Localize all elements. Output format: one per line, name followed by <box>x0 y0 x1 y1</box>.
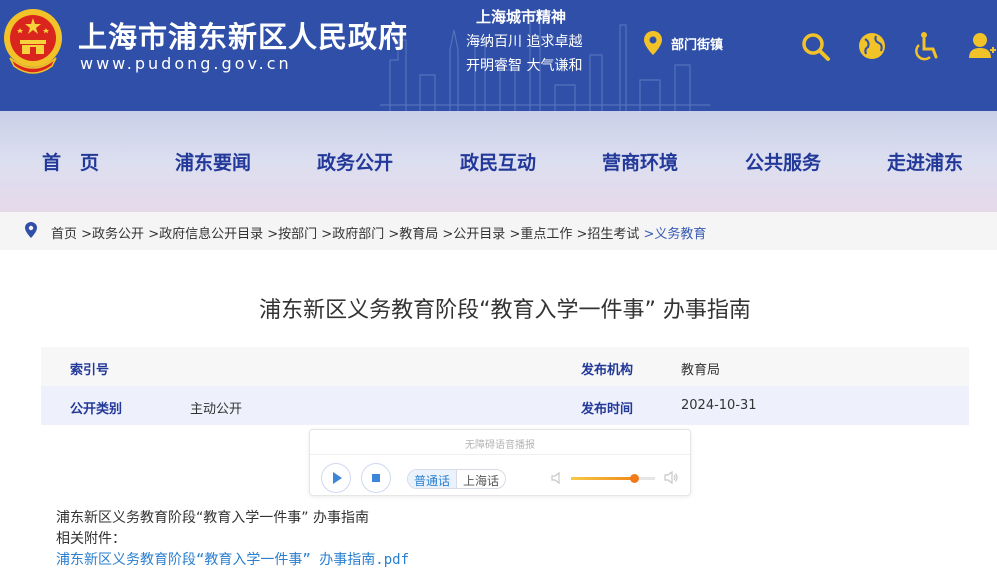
dept-street-label: 部门街镇 <box>671 37 724 53</box>
breadcrumb-item[interactable]: >招生考试 <box>576 227 639 242</box>
play-button[interactable] <box>321 463 351 493</box>
shanghainese-option[interactable]: 上海话 <box>456 470 505 488</box>
nav-item-pudong-news[interactable]: 浦东要闻 <box>175 148 251 175</box>
breadcrumb-item[interactable]: >政府信息公开目录 <box>148 227 263 242</box>
city-spirit: 上海城市精神 海纳百川 追求卓越 开明睿智 大气谦和 <box>466 6 582 75</box>
date-label: 发布时间 <box>581 402 634 417</box>
volume-low-icon[interactable] <box>550 471 564 485</box>
nav-item-about-pudong[interactable]: 走进浦东 <box>887 148 963 175</box>
location-pin-icon <box>644 31 662 55</box>
accessibility-icon[interactable] <box>913 30 943 64</box>
breadcrumb-item[interactable]: >政务公开 <box>81 227 144 242</box>
breadcrumb-item[interactable]: >重点工作 <box>509 227 572 242</box>
nav-item-public-service[interactable]: 公共服务 <box>745 148 821 175</box>
player-hint: 无障碍语音播报 <box>465 440 535 451</box>
article-meta-table: 索引号 发布机构 教育局 公开类别 主动公开 发布时间 2024-10-31 <box>41 347 969 425</box>
dialect-switch: 普通话 上海话 <box>407 469 507 489</box>
breadcrumb-item[interactable]: 首页 <box>51 227 77 242</box>
category-value: 主动公开 <box>190 402 243 417</box>
national-emblem-logo <box>4 9 62 74</box>
main-nav: 首 页 浦东要闻 政务公开 政民互动 营商环境 公共服务 走进浦东 <box>0 111 997 212</box>
city-spirit-title: 上海城市精神 <box>476 8 567 26</box>
mandarin-option[interactable]: 普通话 <box>408 470 457 488</box>
date-value: 2024-10-31 <box>681 398 757 413</box>
breadcrumb-item[interactable]: >按部门 <box>267 227 317 242</box>
breadcrumb-item[interactable]: >政府部门 <box>321 227 384 242</box>
breadcrumb-item[interactable]: >公开目录 <box>442 227 505 242</box>
category-label: 公开类别 <box>70 402 123 417</box>
play-icon <box>333 472 342 484</box>
globe-icon[interactable] <box>856 30 888 64</box>
search-icon[interactable] <box>800 30 832 64</box>
site-header: 上海市浦东新区人民政府 www.pudong.gov.cn 上海城市精神 海纳百… <box>0 0 997 111</box>
stop-button[interactable] <box>361 463 391 493</box>
meta-row: 公开类别 主动公开 发布时间 2024-10-31 <box>41 386 969 425</box>
breadcrumb-current[interactable]: >义务教育 <box>644 227 707 242</box>
body-paragraph: 浦东新区义务教育阶段“教育入学一件事” 办事指南 <box>56 510 369 526</box>
location-pin-icon <box>25 222 37 238</box>
user-icon[interactable] <box>968 30 997 64</box>
index-label: 索引号 <box>70 363 110 378</box>
volume-fill <box>571 477 634 480</box>
nav-item-business[interactable]: 营商环境 <box>602 148 678 175</box>
meta-row: 索引号 发布机构 教育局 <box>41 347 969 386</box>
volume-knob[interactable] <box>630 474 639 483</box>
breadcrumb: 首页 >政务公开 >政府信息公开目录 >按部门 >政府部门 >教育局 >公开目录… <box>0 212 997 250</box>
breadcrumb-item[interactable]: >教育局 <box>388 227 438 242</box>
nav-item-gov-info[interactable]: 政务公开 <box>317 148 393 175</box>
nav-item-home[interactable]: 首 页 <box>42 148 99 175</box>
page-title: 浦东新区义务教育阶段“教育入学一件事” 办事指南 <box>259 298 751 323</box>
attachment-label: 相关附件： <box>56 531 126 547</box>
city-spirit-line: 开明睿智 大气谦和 <box>466 58 583 74</box>
nav-item-interaction[interactable]: 政民互动 <box>460 148 536 175</box>
site-url[interactable]: www.pudong.gov.cn <box>80 54 292 73</box>
publisher-value: 教育局 <box>681 363 721 378</box>
article-body: 浦东新区义务教育阶段“教育入学一件事” 办事指南 相关附件： 浦东新区义务教育阶… <box>56 508 409 571</box>
site-title[interactable]: 上海市浦东新区人民政府 <box>78 14 408 56</box>
volume-high-icon[interactable] <box>663 470 679 486</box>
city-spirit-line: 海纳百川 追求卓越 <box>466 34 583 50</box>
dept-street-link[interactable]: 部门街镇 <box>643 30 723 56</box>
player-divider <box>310 454 690 455</box>
stop-icon <box>372 474 380 482</box>
attachment-link[interactable]: 浦东新区义务教育阶段“教育入学一件事” 办事指南.pdf <box>56 550 409 571</box>
publisher-label: 发布机构 <box>581 363 634 378</box>
volume-slider[interactable] <box>571 474 655 483</box>
